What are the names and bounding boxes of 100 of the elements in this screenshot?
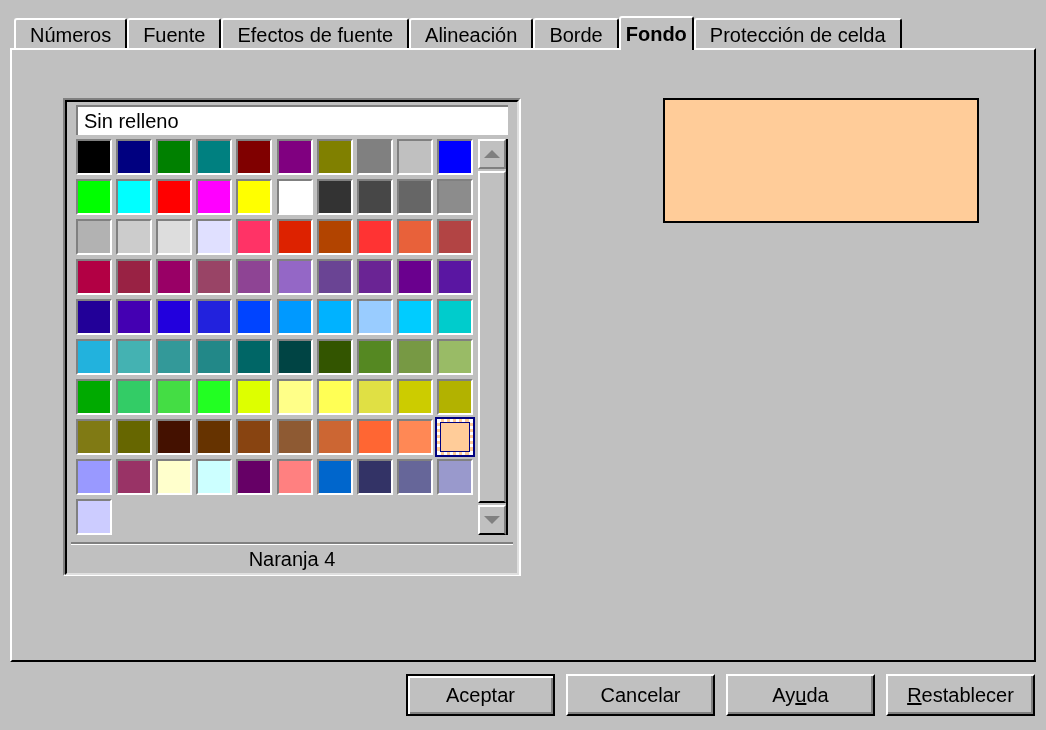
color-swatch[interactable] xyxy=(236,179,273,215)
tab[interactable]: Fuente xyxy=(127,18,222,48)
color-swatch[interactable] xyxy=(396,219,433,255)
color-swatch[interactable] xyxy=(196,259,233,295)
color-swatch[interactable] xyxy=(196,299,233,335)
color-swatch[interactable] xyxy=(356,379,393,415)
color-swatch[interactable] xyxy=(76,259,112,295)
color-swatch[interactable] xyxy=(236,459,273,495)
color-swatch[interactable] xyxy=(396,339,433,375)
color-swatch[interactable] xyxy=(236,379,273,415)
color-swatch[interactable] xyxy=(156,219,193,255)
color-swatch[interactable] xyxy=(276,339,313,375)
color-swatch[interactable] xyxy=(276,219,313,255)
color-swatch[interactable] xyxy=(396,179,433,215)
color-swatch[interactable] xyxy=(396,139,433,175)
color-swatch[interactable] xyxy=(316,259,353,295)
color-swatch[interactable] xyxy=(116,259,153,295)
tab[interactable]: Números xyxy=(14,18,128,48)
color-swatch[interactable] xyxy=(396,379,433,415)
color-swatch[interactable] xyxy=(316,459,353,495)
color-swatch[interactable] xyxy=(437,219,474,255)
color-swatch[interactable] xyxy=(156,379,193,415)
color-swatch[interactable] xyxy=(437,459,474,495)
tab[interactable]: Fondo xyxy=(618,16,694,50)
color-swatch[interactable] xyxy=(316,339,353,375)
color-swatch[interactable] xyxy=(276,419,313,455)
color-swatch[interactable] xyxy=(276,259,313,295)
color-swatch[interactable] xyxy=(116,179,153,215)
tab[interactable]: Borde xyxy=(533,18,619,48)
color-swatch[interactable] xyxy=(236,299,273,335)
color-swatch[interactable] xyxy=(156,179,193,215)
color-swatch[interactable] xyxy=(196,219,233,255)
color-swatch[interactable] xyxy=(437,339,474,375)
color-swatch[interactable] xyxy=(236,259,273,295)
color-swatch[interactable] xyxy=(276,379,313,415)
color-swatch[interactable] xyxy=(116,379,153,415)
color-swatch[interactable] xyxy=(116,339,153,375)
color-swatch[interactable] xyxy=(156,339,193,375)
color-swatch[interactable] xyxy=(236,339,273,375)
color-swatch[interactable] xyxy=(76,339,112,375)
color-swatch[interactable] xyxy=(76,499,112,535)
color-swatch[interactable] xyxy=(437,139,474,175)
color-swatch[interactable] xyxy=(76,459,112,495)
color-swatch[interactable] xyxy=(196,179,233,215)
color-swatch[interactable] xyxy=(196,339,233,375)
color-swatch[interactable] xyxy=(316,419,353,455)
color-swatch[interactable] xyxy=(196,459,233,495)
color-swatch[interactable] xyxy=(116,419,153,455)
color-swatch[interactable] xyxy=(116,459,153,495)
color-swatch[interactable] xyxy=(316,299,353,335)
scroll-down-button[interactable] xyxy=(478,505,506,535)
color-swatch[interactable] xyxy=(316,219,353,255)
color-swatch[interactable] xyxy=(196,379,233,415)
color-swatch[interactable] xyxy=(437,259,474,295)
color-name-field[interactable]: Sin relleno xyxy=(76,105,508,135)
color-swatch[interactable] xyxy=(316,139,353,175)
color-swatch[interactable] xyxy=(356,299,393,335)
color-swatch[interactable] xyxy=(276,299,313,335)
dialog-button[interactable]: Ayuda xyxy=(726,674,875,716)
color-swatch[interactable] xyxy=(156,299,193,335)
color-swatch[interactable] xyxy=(316,179,353,215)
color-swatch[interactable] xyxy=(396,459,433,495)
color-swatch[interactable] xyxy=(156,139,193,175)
scrollbar[interactable] xyxy=(478,139,508,535)
color-swatch[interactable] xyxy=(196,139,233,175)
color-swatch[interactable] xyxy=(196,419,233,455)
color-swatch[interactable] xyxy=(276,459,313,495)
tab[interactable]: Alineación xyxy=(409,18,534,48)
color-swatch[interactable] xyxy=(76,379,112,415)
color-swatch[interactable] xyxy=(356,459,393,495)
dialog-button[interactable]: Aceptar xyxy=(406,674,555,716)
color-swatch[interactable] xyxy=(116,139,153,175)
color-swatch[interactable] xyxy=(356,219,393,255)
color-swatch[interactable] xyxy=(116,219,153,255)
color-swatch[interactable] xyxy=(76,219,112,255)
tab[interactable]: Protección de celda xyxy=(693,18,902,48)
color-swatch[interactable] xyxy=(156,459,193,495)
dialog-button[interactable]: Cancelar xyxy=(566,674,715,716)
color-swatch[interactable] xyxy=(76,299,112,335)
color-swatch[interactable] xyxy=(76,139,112,175)
color-swatch[interactable] xyxy=(236,419,273,455)
dialog-button[interactable]: Restablecer xyxy=(886,674,1035,716)
color-swatch[interactable] xyxy=(276,139,313,175)
scroll-up-button[interactable] xyxy=(478,139,506,169)
color-swatch[interactable] xyxy=(76,419,112,455)
color-swatch[interactable] xyxy=(396,299,433,335)
color-swatch[interactable] xyxy=(356,419,393,455)
color-swatch[interactable] xyxy=(356,179,393,215)
color-swatch[interactable] xyxy=(276,179,313,215)
color-swatch[interactable] xyxy=(316,379,353,415)
tab[interactable]: Efectos de fuente xyxy=(221,18,410,48)
color-swatch[interactable] xyxy=(156,419,193,455)
color-swatch[interactable] xyxy=(76,179,112,215)
color-swatch[interactable] xyxy=(156,259,193,295)
color-swatch[interactable] xyxy=(116,299,153,335)
color-swatch[interactable] xyxy=(437,179,474,215)
color-swatch[interactable] xyxy=(356,339,393,375)
color-swatch[interactable] xyxy=(236,139,273,175)
color-swatch[interactable] xyxy=(437,379,474,415)
color-swatch[interactable] xyxy=(356,139,393,175)
